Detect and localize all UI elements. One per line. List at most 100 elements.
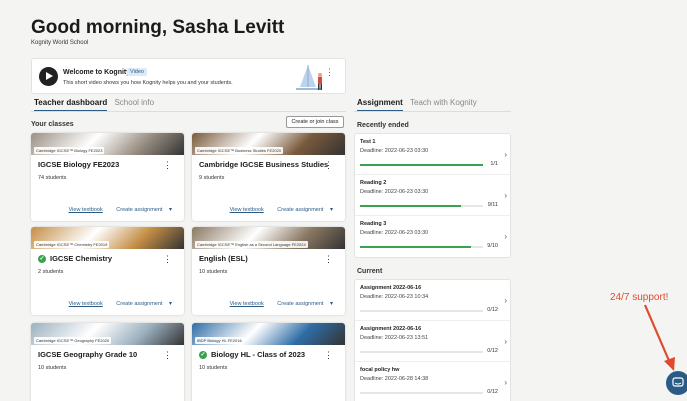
card-actions: View textbook Create assignment ▾ — [69, 206, 172, 213]
play-video-icon[interactable] — [39, 67, 58, 86]
class-title[interactable]: ✓ IGCSE Chemistry — [38, 254, 112, 263]
assignment-deadline: Deadline: 2022-06-23 10:34 — [360, 294, 429, 300]
progress-track — [360, 246, 483, 248]
class-title-text: English (ESL) — [199, 254, 248, 263]
progress-track — [360, 351, 483, 353]
chevron-down-icon[interactable]: ▾ — [330, 301, 333, 307]
class-title-text: IGCSE Chemistry — [50, 254, 113, 263]
view-textbook-link[interactable]: View textbook — [230, 301, 264, 307]
tab-teacher-dashboard[interactable]: Teacher dashboard — [34, 98, 108, 112]
course-tag: Cambridge IGCSE™ Biology FE2023 — [34, 147, 105, 154]
support-annotation: 24/7 support! — [610, 292, 669, 303]
assignment-item[interactable]: Reading 3 Deadline: 2022-06-23 03:30 9/1… — [355, 216, 510, 257]
course-tag: Cambridge IGCSE™ Business Studies FE2020 — [195, 147, 284, 154]
course-tag: Cambridge IGCSE™ English as a Second Lan… — [195, 241, 308, 248]
chevron-right-icon[interactable]: › — [504, 232, 507, 241]
create-assignment-link[interactable]: Create assignment — [277, 207, 323, 213]
class-card[interactable]: Cambridge IGCSE™ Business Studies FE2020… — [192, 133, 345, 221]
assignment-item[interactable]: Assignment 2022-06-16 Deadline: 2022-06-… — [355, 321, 510, 362]
chevron-right-icon[interactable]: › — [504, 150, 507, 159]
course-tag: IBDP Biology HL FE2016 — [195, 337, 244, 344]
class-card[interactable]: Cambridge IGCSE™ English as a Second Lan… — [192, 227, 345, 315]
assignment-deadline: Deadline: 2022-06-23 03:30 — [360, 189, 429, 195]
class-title[interactable]: English (ESL) — [199, 254, 248, 263]
tabs-divider — [31, 111, 346, 112]
annotation-arrow-icon — [643, 304, 675, 371]
class-menu-icon[interactable]: ⋮ — [324, 350, 333, 361]
class-title-text: IGCSE Biology FE2023 — [38, 160, 120, 169]
progress-track — [360, 310, 483, 312]
submission-count: 0/12 — [487, 307, 498, 313]
chevron-right-icon[interactable]: › — [504, 378, 507, 387]
current-assignments-list: Assignment 2022-06-16 Deadline: 2022-06-… — [354, 279, 511, 401]
class-menu-icon[interactable]: ⋮ — [163, 350, 172, 361]
assignment-item[interactable]: Assignment 2022-06-16 Deadline: 2022-06-… — [355, 280, 510, 321]
create-assignment-link[interactable]: Create assignment — [116, 207, 162, 213]
class-card[interactable]: Cambridge IGCSE™ Chemistry FE2019 ✓ IGCS… — [31, 227, 184, 315]
video-badge: Video — [127, 68, 147, 76]
chevron-down-icon[interactable]: ▾ — [169, 301, 172, 307]
assignment-item[interactable]: Test 1 Deadline: 2022-06-23 03:30 1/1 › — [355, 134, 510, 175]
assignment-deadline: Deadline: 2022-06-28 14:38 — [360, 376, 429, 382]
class-title-text: IGCSE Geography Grade 10 — [38, 350, 138, 359]
progress-track — [360, 205, 483, 207]
student-count: 10 students — [199, 269, 228, 275]
class-card[interactable]: Cambridge IGCSE™ Biology FE2023 IGCSE Bi… — [31, 133, 184, 221]
submission-count: 9/11 — [487, 202, 498, 208]
student-count: 74 students — [38, 175, 67, 181]
chevron-right-icon[interactable]: › — [504, 191, 507, 200]
school-name: Kognity World School — [31, 40, 89, 46]
assignment-name: focal policy hw — [360, 367, 400, 373]
class-menu-icon[interactable]: ⋮ — [324, 254, 333, 265]
class-card[interactable]: IBDP Biology HL FE2016 ✓ Biology HL - Cl… — [192, 323, 345, 401]
assignment-name: Reading 2 — [360, 180, 387, 186]
student-count: 10 students — [38, 365, 67, 371]
chevron-right-icon[interactable]: › — [504, 296, 507, 305]
assignment-deadline: Deadline: 2022-06-23 03:30 — [360, 230, 429, 236]
class-title[interactable]: IGCSE Geography Grade 10 — [38, 350, 137, 359]
assignment-name: Test 1 — [360, 139, 376, 145]
assignment-name: Reading 3 — [360, 221, 387, 227]
class-title[interactable]: Cambridge IGCSE Business Studies — [199, 160, 328, 169]
progress-fill — [360, 246, 471, 248]
class-title[interactable]: ✓ Biology HL - Class of 2023 — [199, 350, 305, 359]
check-icon: ✓ — [199, 350, 207, 359]
recently-ended-list: Test 1 Deadline: 2022-06-23 03:30 1/1 › … — [354, 133, 511, 258]
view-textbook-link[interactable]: View textbook — [69, 207, 103, 213]
class-title-text: Biology HL - Class of 2023 — [211, 350, 306, 359]
assignment-tabs: Assignment Teach with Kognity — [357, 98, 482, 112]
assignment-deadline: Deadline: 2022-06-23 13:51 — [360, 335, 429, 341]
progress-fill — [360, 205, 461, 207]
tab-assignment[interactable]: Assignment — [357, 98, 403, 112]
chevron-down-icon[interactable]: ▾ — [169, 207, 172, 213]
class-menu-icon[interactable]: ⋮ — [324, 160, 333, 171]
chevron-right-icon[interactable]: › — [504, 337, 507, 346]
class-menu-icon[interactable]: ⋮ — [163, 254, 172, 265]
welcome-menu-icon[interactable]: ⋮ — [325, 67, 334, 78]
assignment-item[interactable]: focal policy hw Deadline: 2022-06-28 14:… — [355, 362, 510, 401]
tab-teach-with-kognity[interactable]: Teach with Kognity — [410, 98, 477, 110]
class-title[interactable]: IGCSE Biology FE2023 — [38, 160, 119, 169]
create-or-join-class-button[interactable]: Create or join class — [286, 116, 344, 128]
submission-count: 0/12 — [487, 348, 498, 354]
class-card[interactable]: Cambridge IGCSE™ Geography FE2020 IGCSE … — [31, 323, 184, 401]
create-assignment-link[interactable]: Create assignment — [116, 301, 162, 307]
student-count: 9 students — [199, 175, 225, 181]
support-chat-button[interactable] — [666, 371, 687, 395]
view-textbook-link[interactable]: View textbook — [69, 301, 103, 307]
welcome-banner[interactable]: Welcome to Kognity! Video This short vid… — [31, 58, 346, 94]
submission-count: 1/1 — [490, 161, 498, 167]
view-textbook-link[interactable]: View textbook — [230, 207, 264, 213]
progress-fill — [360, 164, 483, 166]
course-tag: Cambridge IGCSE™ Geography FE2020 — [34, 337, 112, 344]
create-assignment-link[interactable]: Create assignment — [277, 301, 323, 307]
chevron-down-icon[interactable]: ▾ — [330, 207, 333, 213]
recently-ended-heading: Recently ended — [357, 122, 409, 129]
class-menu-icon[interactable]: ⋮ — [163, 160, 172, 171]
student-count: 2 students — [38, 269, 64, 275]
assignment-name: Assignment 2022-06-16 — [360, 326, 422, 332]
assignment-item[interactable]: Reading 2 Deadline: 2022-06-23 03:30 9/1… — [355, 175, 510, 216]
card-actions: View textbook Create assignment ▾ — [69, 300, 172, 307]
tab-school-info[interactable]: School info — [114, 98, 154, 110]
course-tag: Cambridge IGCSE™ Chemistry FE2019 — [34, 241, 110, 248]
